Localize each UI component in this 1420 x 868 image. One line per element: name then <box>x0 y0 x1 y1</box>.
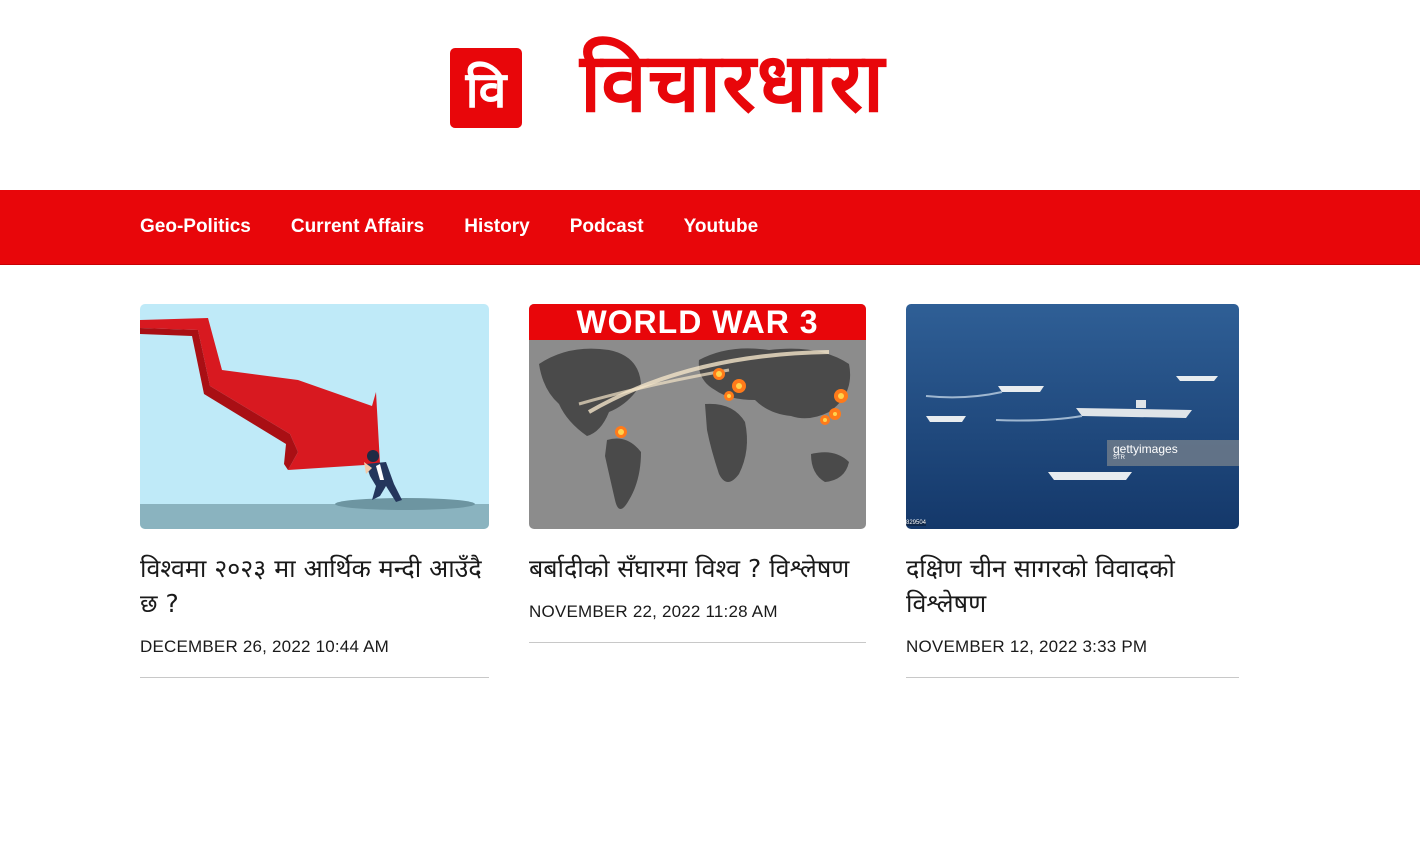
article-card[interactable]: विश्वमा २०२३ मा आर्थिक मन्दी आउँदै छ ? D… <box>140 304 489 678</box>
nav-item-current-affairs[interactable]: Current Affairs <box>291 216 424 238</box>
nav-item-history[interactable]: History <box>464 216 529 238</box>
card-divider <box>906 677 1239 678</box>
article-thumbnail-south-china-sea[interactable]: gettyimages STR 829504 <box>906 304 1239 529</box>
article-thumbnail-recession[interactable] <box>140 304 489 529</box>
site-name[interactable]: विचारधारा <box>580 24 885 144</box>
article-date: November 22, 2022 11:28 AM <box>529 602 778 621</box>
getty-watermark: gettyimages STR <box>1107 440 1239 466</box>
card-divider <box>140 677 489 678</box>
main-navbar: Geo-Politics Current Affairs History Pod… <box>0 190 1420 265</box>
logo-letter: वि <box>465 61 507 119</box>
nav-item-geo-politics[interactable]: Geo-Politics <box>140 216 251 238</box>
nav-item-podcast[interactable]: Podcast <box>570 216 644 238</box>
article-card[interactable]: WORLD WAR 3 बर्बादीको सँघारमा विश्व ? वि… <box>529 304 866 643</box>
thumbnail-banner-text: WORLD WAR 3 <box>529 304 866 340</box>
nav-list: Geo-Politics Current Affairs History Pod… <box>140 190 798 264</box>
getty-watermark-text: gettyimages <box>1113 442 1178 456</box>
article-date: November 12, 2022 3:33 PM <box>906 637 1148 656</box>
falling-arrow-illustration <box>140 304 489 529</box>
article-title[interactable]: दक्षिण चीन सागरको विवादको विश्लेषण <box>906 551 1239 621</box>
card-divider <box>529 642 866 643</box>
naval-fleet-photo <box>906 304 1239 529</box>
article-title[interactable]: विश्वमा २०२३ मा आर्थिक मन्दी आउँदै छ ? <box>140 551 489 621</box>
site-header: वि विचारधारा <box>0 0 1420 190</box>
article-title[interactable]: बर्बादीको सँघारमा विश्व ? विश्लेषण <box>529 551 866 586</box>
article-thumbnail-world-war[interactable]: WORLD WAR 3 <box>529 304 866 529</box>
photo-id-text: 829504 <box>906 520 927 526</box>
site-logo-icon[interactable]: वि <box>450 48 522 128</box>
article-card[interactable]: gettyimages STR 829504 दक्षिण चीन सागरको… <box>906 304 1239 678</box>
nav-item-youtube[interactable]: Youtube <box>684 216 759 238</box>
article-date: December 26, 2022 10:44 AM <box>140 637 389 656</box>
